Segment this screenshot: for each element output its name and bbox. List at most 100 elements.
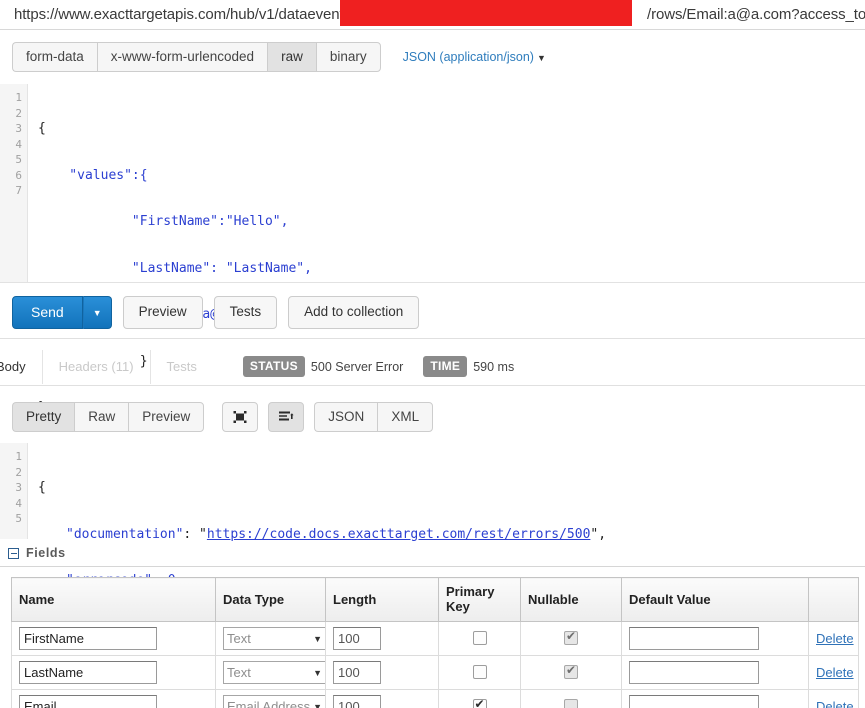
- data-type-select[interactable]: Text ▼: [223, 661, 326, 684]
- send-button[interactable]: Send: [12, 296, 83, 329]
- request-line-numbers: 1 2 3 4 5 6 7: [0, 84, 28, 282]
- preview-button[interactable]: Preview: [122, 296, 203, 329]
- cell-primary-key: [438, 655, 521, 690]
- data-type-value: Email Address: [227, 699, 311, 708]
- fullscreen-icon[interactable]: [222, 402, 259, 432]
- cell-data-type: Email Address ▼: [215, 689, 326, 708]
- line-number: 3: [15, 122, 22, 135]
- response-line-numbers: 1 2 3 4 5: [0, 443, 28, 539]
- column-header-default-value: Default Value: [621, 577, 809, 622]
- view-mode-pretty[interactable]: Pretty: [12, 402, 75, 432]
- nullable-checkbox[interactable]: [564, 663, 578, 680]
- field-name-input[interactable]: [19, 661, 157, 684]
- url-bar[interactable]: https://www.exacttargetapis.com/hub/v1/d…: [0, 0, 865, 30]
- cell-actions: Delete: [808, 655, 859, 690]
- delete-link[interactable]: Delete: [816, 699, 854, 708]
- code-line-documentation: "documentation": "https://code.docs.exac…: [66, 526, 607, 542]
- status-value: 500 Server Error: [310, 359, 404, 374]
- data-type-value: Text: [227, 631, 251, 646]
- field-name-input[interactable]: [19, 627, 157, 650]
- body-type-form-data[interactable]: form-data: [12, 42, 97, 72]
- response-body-editor[interactable]: 1 2 3 4 5 { "documentation": "https://co…: [0, 443, 865, 681]
- tab-body[interactable]: Body: [0, 350, 42, 384]
- field-length-input[interactable]: [333, 627, 381, 650]
- code-line: "FirstName":"Hello",: [38, 214, 289, 229]
- cell-actions: Delete: [808, 621, 859, 656]
- line-number: 1: [15, 91, 22, 104]
- cell-actions: Delete: [808, 689, 859, 708]
- fields-section: Fields Name Data Type Length Primary Key…: [0, 541, 865, 708]
- format-json[interactable]: JSON: [314, 402, 378, 432]
- data-type-select[interactable]: Text ▼: [223, 627, 326, 650]
- cell-nullable: [520, 621, 622, 656]
- action-bar: Send ▼ Preview Tests Add to collection: [0, 287, 865, 339]
- tests-button[interactable]: Tests: [213, 296, 278, 329]
- body-type-button-group: form-data x-www-form-urlencoded raw bina…: [12, 42, 381, 72]
- table-row: Email Address ▼: [11, 689, 859, 708]
- body-type-tab-row: form-data x-www-form-urlencoded raw bina…: [0, 42, 865, 72]
- request-body-code[interactable]: { "values":{ "FirstName":"Hello", "LastN…: [28, 84, 865, 415]
- status-badge: STATUS: [242, 356, 305, 377]
- code-line-open-brace: {: [38, 480, 46, 495]
- delete-link[interactable]: Delete: [816, 665, 854, 680]
- cell-default-value: [621, 689, 809, 708]
- response-body-code: { "documentation": "https://code.docs.ex…: [28, 443, 865, 681]
- response-toolbar: Pretty Raw Preview JSON XML: [0, 397, 865, 437]
- send-options-caret-icon[interactable]: ▼: [82, 296, 112, 329]
- body-type-binary[interactable]: binary: [315, 42, 381, 72]
- default-value-input[interactable]: [629, 695, 759, 708]
- time-value: 590 ms: [473, 359, 515, 374]
- chevron-down-icon: ▼: [313, 633, 322, 644]
- json-key-documentation: "documentation": [66, 526, 184, 542]
- code-line: "values":{: [38, 167, 148, 183]
- line-number: 5: [15, 512, 22, 525]
- cell-default-value: [621, 621, 809, 656]
- format-xml[interactable]: XML: [377, 402, 434, 432]
- table-row: Text ▼: [11, 621, 859, 656]
- view-mode-preview[interactable]: Preview: [128, 402, 205, 432]
- primary-key-checkbox[interactable]: [472, 665, 487, 680]
- line-number: 6: [15, 168, 22, 182]
- column-header-actions: [808, 577, 859, 622]
- response-tab-row: Body Headers (11) Tests STATUS 500 Serve…: [0, 348, 865, 386]
- word-wrap-glyph: [279, 411, 294, 421]
- delete-link[interactable]: Delete: [816, 631, 854, 646]
- line-number: 3: [15, 481, 22, 494]
- code-line: {: [38, 121, 46, 136]
- data-type-select[interactable]: Email Address ▼: [223, 695, 326, 708]
- cell-primary-key: [438, 689, 521, 708]
- word-wrap-icon[interactable]: [268, 402, 305, 432]
- primary-key-checkbox[interactable]: [472, 697, 487, 708]
- chevron-down-icon: ▼: [313, 701, 322, 708]
- format-group: JSON XML: [314, 402, 434, 432]
- documentation-link[interactable]: https://code.docs.exacttarget.com/rest/e…: [207, 527, 591, 542]
- primary-key-checkbox[interactable]: [472, 631, 487, 646]
- cell-name: [11, 655, 216, 690]
- response-meta: STATUS 500 Server Error TIME 590 ms: [242, 356, 534, 377]
- view-mode-raw[interactable]: Raw: [74, 402, 129, 432]
- line-number: 2: [15, 465, 22, 479]
- nullable-checkbox[interactable]: [564, 699, 578, 708]
- cell-default-value: [621, 655, 809, 690]
- cell-primary-key: [438, 621, 521, 656]
- code-line: "LastName": "LastName",: [38, 260, 312, 276]
- field-length-input[interactable]: [333, 695, 381, 708]
- tab-tests[interactable]: Tests: [149, 349, 213, 384]
- content-type-label: JSON (application/json): [402, 50, 534, 64]
- default-value-input[interactable]: [629, 661, 759, 684]
- column-header-primary-key: Primary Key: [438, 577, 521, 622]
- body-type-urlencoded[interactable]: x-www-form-urlencoded: [96, 42, 268, 72]
- request-body-editor[interactable]: 1 2 3 4 5 6 7 { "values":{ "FirstName":"…: [0, 84, 865, 415]
- tab-headers[interactable]: Headers (11): [41, 349, 150, 384]
- default-value-input[interactable]: [629, 627, 759, 650]
- field-name-input[interactable]: [19, 695, 157, 708]
- nullable-checkbox[interactable]: [564, 629, 578, 646]
- collapse-toggle-icon[interactable]: [8, 547, 19, 559]
- body-type-raw[interactable]: raw: [267, 42, 316, 72]
- field-length-input[interactable]: [333, 661, 381, 684]
- column-header-nullable: Nullable: [520, 577, 622, 622]
- line-number: 4: [15, 137, 22, 151]
- content-type-dropdown[interactable]: JSON (application/json) ▼: [403, 50, 546, 64]
- add-to-collection-button[interactable]: Add to collection: [288, 296, 420, 329]
- cell-data-type: Text ▼: [215, 621, 326, 656]
